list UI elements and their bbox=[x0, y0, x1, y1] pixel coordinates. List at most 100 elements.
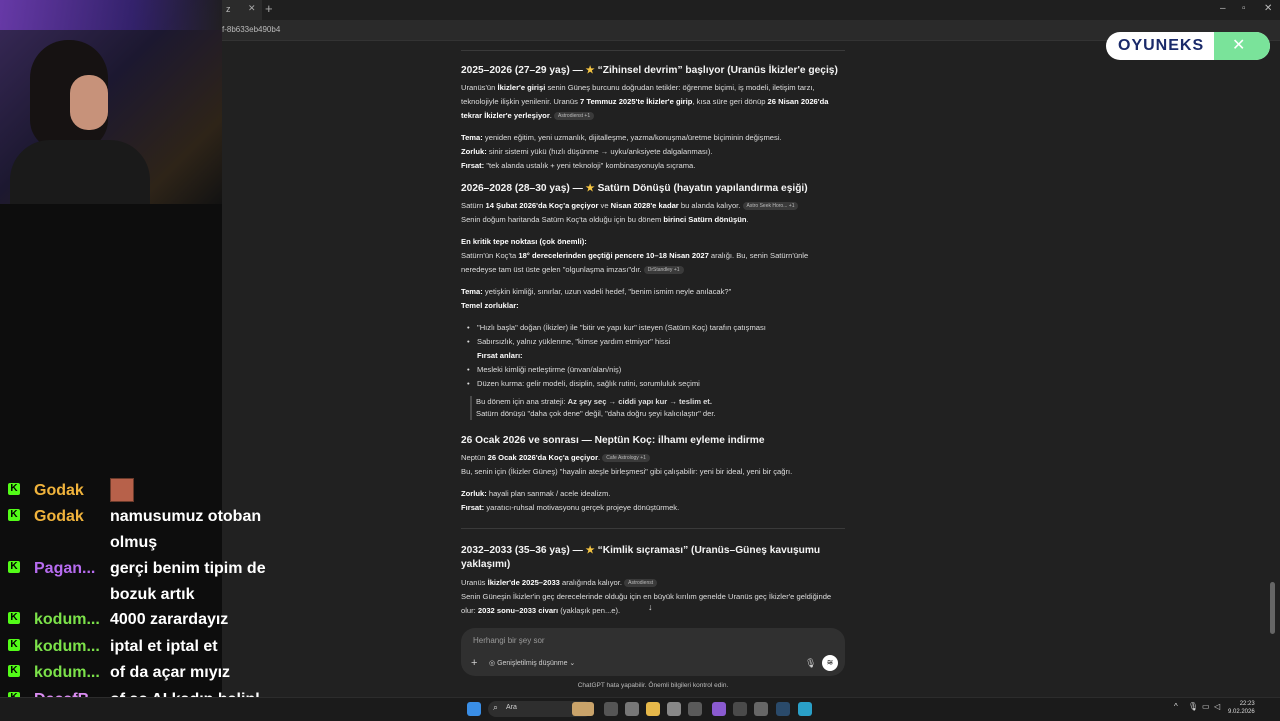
bold-text: Temel zorluklar: bbox=[461, 301, 519, 310]
chat-message: K kodum... iptal et iptal et bbox=[0, 634, 300, 660]
heading-text: “Zihinsel devrim” başlıyor (Uranüs İkizl… bbox=[597, 65, 838, 76]
chat-text: 4000 zarardayız bbox=[110, 611, 229, 628]
microphone-icon[interactable]: 🎙 bbox=[1188, 702, 1198, 711]
bold-text: İkizler'e girişi bbox=[497, 83, 546, 92]
kick-icon: K bbox=[8, 483, 20, 495]
voice-mode-button[interactable]: ≋ bbox=[822, 655, 838, 671]
text: bu alanda kalıyor. bbox=[678, 201, 741, 210]
app-icon[interactable] bbox=[688, 702, 702, 716]
browser-tab[interactable]: z bbox=[222, 0, 262, 20]
task-view-icon[interactable] bbox=[604, 702, 618, 716]
led-light bbox=[0, 0, 222, 30]
widgets-icon[interactable] bbox=[572, 702, 594, 716]
url-text: f-8b633eb490b4 bbox=[222, 25, 281, 34]
tab-close-icon[interactable]: ✕ bbox=[248, 3, 256, 14]
chat-message: K kodum... of da açar mıyız bbox=[0, 660, 300, 686]
new-tab-button[interactable]: + bbox=[265, 1, 273, 16]
bold-text: Fırsat: bbox=[461, 503, 485, 512]
heading-text: 2026–2028 (28–30 yaş) — bbox=[461, 183, 583, 194]
oyuneks-logo: OYUNEKS ✕ bbox=[1106, 32, 1270, 60]
minimize-icon[interactable]: – bbox=[1220, 3, 1226, 14]
list-item: Mesleki kimliği netleştirme (ünvan/alan/… bbox=[467, 363, 845, 377]
maximize-icon[interactable]: ▫ bbox=[1242, 3, 1246, 14]
add-attachment-button[interactable]: + bbox=[471, 657, 477, 669]
network-icon[interactable]: ▭ bbox=[1202, 702, 1210, 711]
search-icon: ⌕ bbox=[493, 702, 499, 712]
file-explorer-icon[interactable] bbox=[646, 702, 660, 716]
text: yetişkin kimliği, sınırlar, uzun vadeli … bbox=[482, 287, 732, 296]
scroll-down-icon[interactable]: ↓ bbox=[648, 602, 653, 612]
text: . bbox=[549, 111, 552, 120]
section-heading: 2026–2028 (28–30 yaş) — ★ Satürn Dönüşü … bbox=[461, 182, 845, 196]
text: Neptün bbox=[461, 453, 488, 462]
star-icon: ★ bbox=[585, 65, 595, 76]
tab-title: z bbox=[226, 4, 231, 14]
paragraph: Uranüs İkizler'de 2025–2033 aralığında k… bbox=[461, 576, 845, 618]
bold-text: Fırsat: bbox=[461, 161, 485, 170]
bold-text: En kritik tepe noktası (çok önemli): bbox=[461, 237, 587, 246]
chat-username: kodum... bbox=[34, 611, 100, 628]
edge-icon[interactable] bbox=[798, 702, 812, 716]
kick-icon: K bbox=[8, 509, 20, 521]
paragraph: Tema: yetişkin kimliği, sınırlar, uzun v… bbox=[461, 285, 845, 313]
logo-mark: ✕ bbox=[1214, 32, 1270, 60]
app-icon[interactable] bbox=[712, 702, 726, 716]
tool-label: Genişletilmiş düşünme bbox=[497, 660, 568, 667]
source-badge[interactable]: Astrodienst bbox=[624, 579, 658, 587]
source-badge[interactable]: DrStandley +1 bbox=[643, 266, 684, 274]
paragraph: Neptün 26 Ocak 2026'da Koç'a geçiyor. Ca… bbox=[461, 451, 845, 479]
divider bbox=[461, 528, 845, 529]
source-badge[interactable]: Cafe Astrology +1 bbox=[602, 454, 650, 462]
window-close-icon[interactable]: ✕ bbox=[1264, 3, 1272, 14]
bold-text: Tema: bbox=[461, 133, 483, 142]
bold-text: Zorluk: bbox=[461, 147, 487, 156]
bold-text: 26 Ocak 2026'da Koç'a geçiyor bbox=[487, 453, 599, 462]
chat-username: Godak bbox=[34, 482, 84, 499]
paragraph: Uranüs'ün İkizler'e girişi senin Güneş b… bbox=[461, 81, 845, 123]
prompt-input[interactable]: Herhangi bir şey sor bbox=[473, 636, 545, 645]
volume-icon[interactable]: ◁ bbox=[1214, 702, 1220, 711]
heading-text: 2032–2033 (35–36 yaş) — bbox=[461, 545, 583, 556]
heading-text: Satürn Dönüşü (hayatın yapılandırma eşiğ… bbox=[597, 183, 808, 194]
app-icon[interactable] bbox=[754, 702, 768, 716]
bold-text: 2032 sonu–2033 civarı bbox=[477, 606, 559, 615]
text: Uranüs'ün bbox=[461, 83, 498, 92]
text: (yaklaşık pen...e). bbox=[558, 606, 621, 615]
webcam-overlay bbox=[0, 0, 222, 204]
text: Uranüs bbox=[461, 578, 488, 587]
scrollbar[interactable] bbox=[1270, 582, 1275, 634]
chat-username: kodum... bbox=[34, 638, 100, 655]
text: yeniden eğitim, yeni uzmanlık, dijitalle… bbox=[482, 133, 782, 142]
text: Satürn'ün Koç'ta bbox=[461, 251, 519, 260]
list-item: Sabırsızlık, yalnız yüklenme, "kimse yar… bbox=[467, 335, 845, 349]
text: hayali plan sanmak / acele idealizm. bbox=[486, 489, 611, 498]
heading-text: 2025–2026 (27–29 yaş) — bbox=[461, 65, 583, 76]
search-label: Ara bbox=[506, 704, 517, 711]
bold-text: Tema: bbox=[461, 287, 483, 296]
bold-text: Nisan 2028'e kadar bbox=[610, 201, 679, 210]
bold-text: 7 Temmuz 2025'te İkizler'e girip bbox=[580, 97, 693, 106]
microphone-icon[interactable]: 🎙 bbox=[805, 658, 816, 669]
system-clock[interactable]: 22:23 9.02.2026 bbox=[1228, 700, 1255, 716]
chat-message: K kodum... 4000 zarardayız bbox=[0, 607, 300, 633]
source-badge[interactable]: Astrodienst +1 bbox=[554, 112, 595, 120]
emote-image bbox=[110, 478, 134, 502]
kick-icon: K bbox=[8, 561, 20, 573]
streamer-body bbox=[10, 140, 150, 204]
time-text: 22:23 bbox=[1239, 701, 1255, 707]
prompt-composer[interactable]: Herhangi bir şey sor + ◎ Genişletilmiş d… bbox=[461, 628, 845, 676]
app-icon[interactable] bbox=[625, 702, 639, 716]
chat-username: Godak bbox=[34, 508, 84, 525]
app-icon[interactable] bbox=[733, 702, 747, 716]
bold-text: birinci Satürn dönüşün bbox=[663, 215, 747, 224]
thinking-mode-selector[interactable]: ◎ Genişletilmiş düşünme ⌄ bbox=[489, 659, 575, 667]
paragraph: Zorluk: hayali plan sanmak / acele ideal… bbox=[461, 487, 845, 515]
chat-message: K Godak bbox=[0, 478, 300, 504]
source-badge[interactable]: Astro Seek Horo... +1 bbox=[742, 202, 799, 210]
steam-icon[interactable] bbox=[776, 702, 790, 716]
chevron-up-icon[interactable]: ^ bbox=[1174, 702, 1178, 711]
windows-start-icon[interactable] bbox=[467, 702, 481, 716]
text: ve bbox=[598, 201, 611, 210]
section-heading: 2032–2033 (35–36 yaş) — ★ “Kimlik sıçram… bbox=[461, 544, 845, 572]
app-icon[interactable] bbox=[667, 702, 681, 716]
